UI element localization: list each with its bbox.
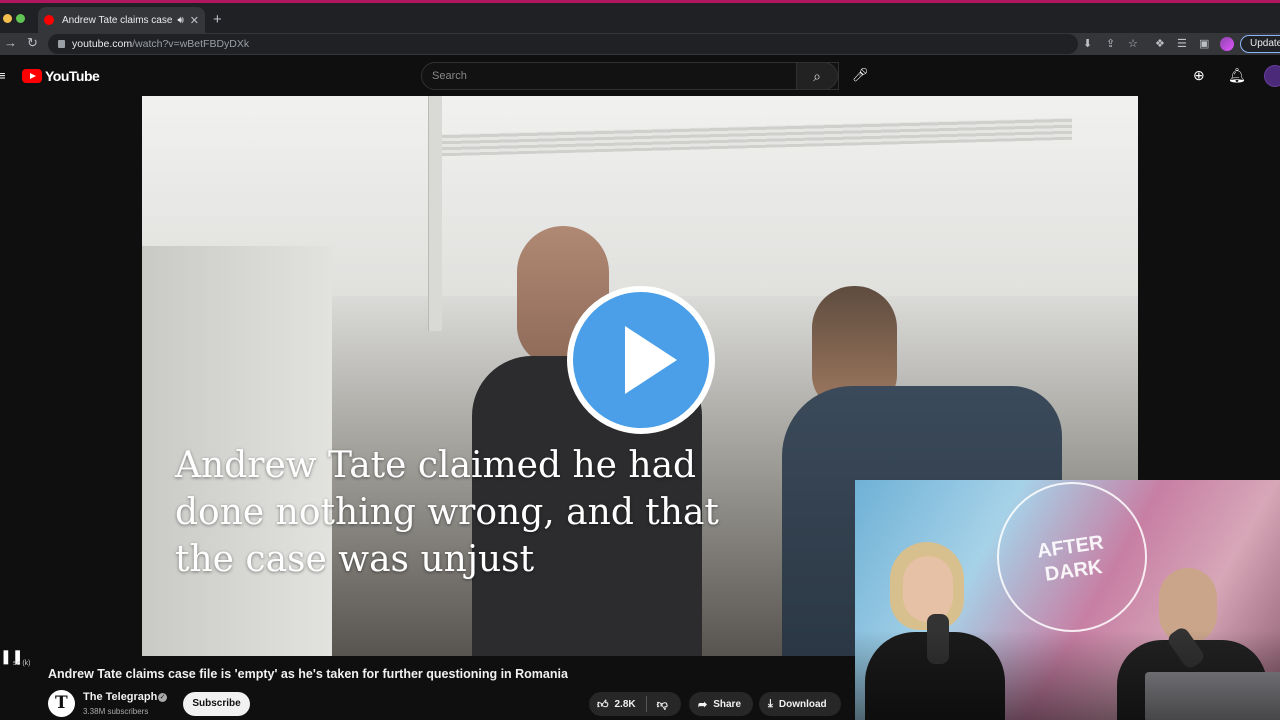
forward-arrow-icon[interactable]: → xyxy=(4,35,17,50)
tab-title: Andrew Tate claims case file xyxy=(62,14,173,26)
caption-line-2: done nothing wrong, and that xyxy=(175,492,719,533)
channel-name[interactable]: The Telegraph xyxy=(83,691,157,703)
new-tab-button[interactable]: + xyxy=(213,11,222,28)
youtube-favicon-icon xyxy=(44,15,54,25)
like-dislike-group: 👍︎ 2.8K 👎︎ xyxy=(589,692,681,716)
url-host: youtube.com xyxy=(72,38,133,50)
maximize-window-button[interactable] xyxy=(16,14,25,23)
side-panel-icon[interactable]: ▣ xyxy=(1199,37,1209,50)
keyboard-shortcut-hint: se (k) xyxy=(13,660,31,667)
like-divider xyxy=(645,696,647,712)
lock-icon xyxy=(58,40,65,48)
voice-search-mic-icon[interactable]: 🎤︎ xyxy=(852,67,869,83)
channel-avatar[interactable] xyxy=(48,690,75,717)
share-page-icon[interactable]: ⇪ xyxy=(1106,37,1115,50)
youtube-play-logo-icon xyxy=(22,69,42,83)
caption-line-1: Andrew Tate claimed he had xyxy=(175,445,697,486)
minimize-window-button[interactable] xyxy=(3,14,12,23)
play-button-icon[interactable] xyxy=(567,286,715,434)
reading-list-icon[interactable]: ☰ xyxy=(1177,37,1187,50)
download-button[interactable]: ⤓ Download xyxy=(759,692,841,716)
subscriber-count: 3.38M subscribers xyxy=(83,707,149,716)
reload-icon[interactable]: ↻ xyxy=(27,35,38,51)
video-scene-pipe xyxy=(428,96,442,331)
share-arrow-icon: ➦ xyxy=(698,698,708,711)
extensions-puzzle-icon[interactable]: ❖ xyxy=(1155,37,1165,50)
download-icon: ⤓ xyxy=(768,697,773,710)
search-input[interactable] xyxy=(432,70,792,82)
browser-tab-strip: Andrew Tate claims case file 🔊︎ ✕ + xyxy=(0,3,1280,33)
browser-profile-avatar[interactable] xyxy=(1220,37,1234,51)
youtube-masthead: ≡ YouTube ⌕ 🎤︎ ⊕ 🔔︎ xyxy=(0,55,1280,96)
search-icon: ⌕ xyxy=(813,68,821,84)
install-app-icon[interactable]: ⬇ xyxy=(1083,37,1092,50)
thumbs-down-icon[interactable]: 👎︎ xyxy=(657,698,668,711)
search-box xyxy=(421,62,839,90)
pip-shadow xyxy=(855,630,1280,720)
speaker-icon[interactable]: 🔊︎ xyxy=(177,15,183,26)
thumbs-up-icon[interactable]: 👍︎ xyxy=(597,698,609,711)
subscribe-button[interactable]: Subscribe xyxy=(183,692,250,716)
picture-in-picture-overlay[interactable]: AFTER DARK xyxy=(855,480,1280,720)
download-label: Download xyxy=(778,698,827,710)
youtube-logo[interactable]: YouTube xyxy=(22,68,100,84)
video-title: Andrew Tate claims case file is 'empty' … xyxy=(48,667,568,681)
verified-check-icon: ✓ xyxy=(158,693,167,702)
close-tab-icon[interactable]: ✕ xyxy=(190,14,199,27)
notifications-bell-icon[interactable]: 🔔︎ xyxy=(1228,67,1246,84)
search-button[interactable]: ⌕ xyxy=(796,62,838,90)
address-bar[interactable]: youtube.com/watch?v=wBetFBDyDXk xyxy=(48,34,1078,54)
create-video-icon[interactable]: ⊕ xyxy=(1193,67,1205,84)
bookmark-star-icon[interactable]: ☆ xyxy=(1128,37,1138,50)
like-count[interactable]: 2.8K xyxy=(615,699,636,710)
youtube-wordmark: YouTube xyxy=(45,68,100,84)
video-caption: Andrew Tate claimed he had done nothing … xyxy=(175,442,719,583)
account-avatar[interactable] xyxy=(1264,65,1280,87)
url-path: /watch?v=wBetFBDyDXk xyxy=(132,38,250,50)
browser-toolbar: → ↻ youtube.com/watch?v=wBetFBDyDXk ⬇ ⇪ … xyxy=(0,33,1280,55)
update-browser-button[interactable]: Update xyxy=(1240,35,1280,53)
share-label: Share xyxy=(713,698,742,710)
menu-hamburger-icon[interactable]: ≡ xyxy=(0,68,6,83)
share-button[interactable]: ➦ Share xyxy=(689,692,753,716)
browser-tab-active[interactable]: Andrew Tate claims case file 🔊︎ ✕ xyxy=(38,7,205,33)
caption-line-3: the case was unjust xyxy=(175,539,535,580)
